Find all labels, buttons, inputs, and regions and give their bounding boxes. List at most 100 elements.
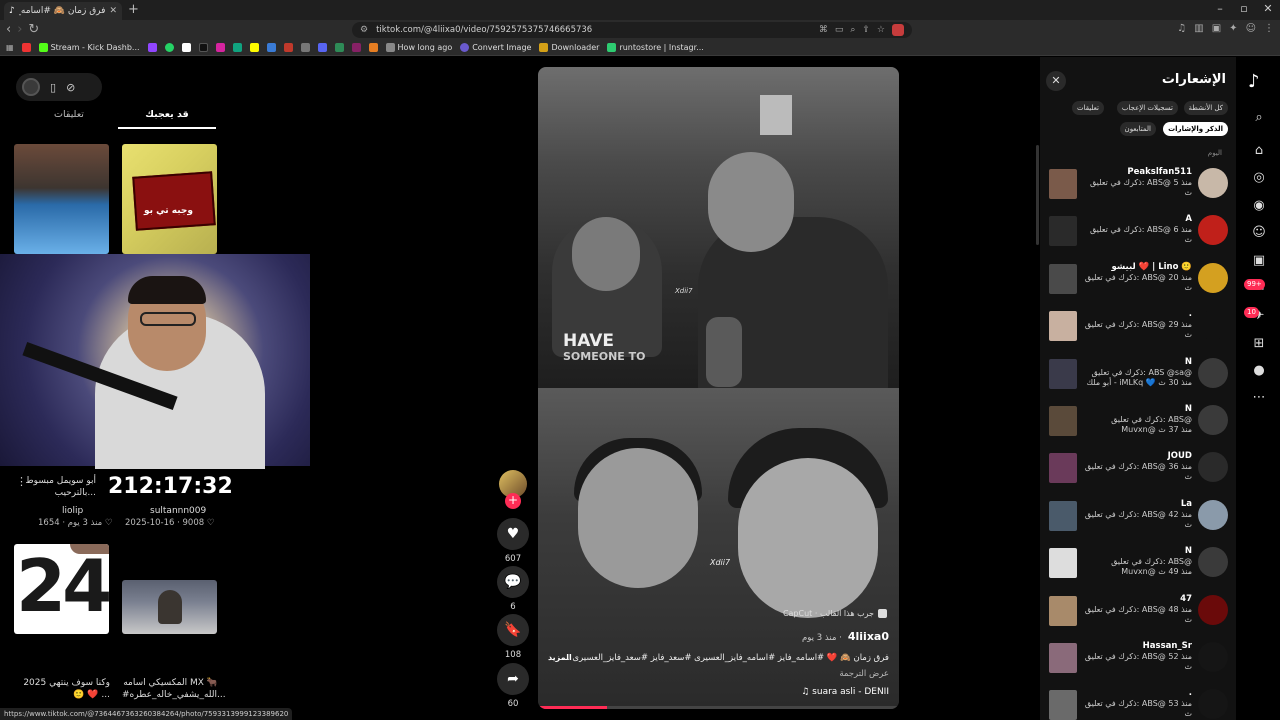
avatar[interactable] <box>1198 405 1228 435</box>
notification-thumbnail[interactable] <box>1049 169 1077 199</box>
notification-user[interactable]: A <box>1185 214 1192 224</box>
apps-icon[interactable]: ▦ <box>6 43 14 52</box>
avatar[interactable] <box>1198 547 1228 578</box>
filter-mentions[interactable]: الذكر والإشارات <box>1163 122 1228 136</box>
bookmark-convert-image[interactable]: Convert Image <box>460 43 531 52</box>
avatar[interactable] <box>1198 357 1228 388</box>
notification-item[interactable]: La ذكرك في تعليق: ABS@ منذ 42 ث <box>1048 498 1228 532</box>
filter-followers[interactable]: المتابعون <box>1119 122 1156 136</box>
more-icon[interactable]: ⋯ <box>1250 389 1268 407</box>
notification-item[interactable]: 47 ذكرك في تعليق: ABS@ منذ 48 ث <box>1048 593 1228 627</box>
tiktok-icon[interactable] <box>198 43 208 52</box>
notification-user[interactable]: N <box>1185 546 1192 556</box>
notification-thumbnail[interactable] <box>1049 690 1077 720</box>
comment-button[interactable]: 💬 6 <box>497 566 529 612</box>
close-icon[interactable]: ✕ <box>1046 71 1066 91</box>
avatar[interactable] <box>1198 262 1228 293</box>
following-icon[interactable]: ◉ <box>1250 197 1268 215</box>
notification-user[interactable]: Hassan_Sr <box>1143 641 1192 651</box>
avatar[interactable] <box>1198 215 1228 246</box>
bookmark-runtostore[interactable]: runtostore | Instagr... <box>607 43 704 52</box>
notification-user[interactable]: N <box>1185 404 1192 414</box>
close-tab-icon[interactable]: ✕ <box>109 6 117 16</box>
notification-user[interactable]: لبيشو ❤️ | Lino 🙂 <box>1112 262 1192 272</box>
browser-tab[interactable]: ♪ فرق زمان 🙈 #اسامه_فايز # ✕ <box>4 2 122 20</box>
media-icon[interactable]: ♫ <box>1177 23 1186 34</box>
video-user[interactable]: sultannn009 <box>150 506 206 516</box>
avatar[interactable] <box>1198 499 1228 530</box>
extensions-icon[interactable]: ✦ <box>1229 23 1237 34</box>
chatgpt-icon[interactable] <box>232 43 242 52</box>
new-tab-icon[interactable]: + <box>128 2 139 17</box>
youtube-icon[interactable] <box>21 43 31 52</box>
author-name[interactable]: 4liixa0 <box>848 630 889 643</box>
compass-icon[interactable]: ⊘ <box>66 81 75 94</box>
bookmark-how-long-ago[interactable]: How long ago <box>385 43 452 52</box>
notification-item[interactable]: N ذكرك في تعليق: ABS @sa@ أبو ملك - iMLKq… <box>1048 356 1228 390</box>
video-thumbnail[interactable]: وجبه تي بو <box>122 144 217 254</box>
whatsapp-icon[interactable] <box>164 43 174 52</box>
video-thumbnail[interactable] <box>14 144 109 254</box>
forward-icon[interactable]: › <box>17 22 22 37</box>
notification-item[interactable]: Peakslfan511 ذكرك في تعليق: ABS@ منذ 5 ث <box>1048 166 1228 200</box>
notification-user[interactable]: JOUD <box>1168 451 1192 461</box>
wallet-icon[interactable]: ▣ <box>1212 23 1221 34</box>
video-thumbnail[interactable]: 24 <box>14 544 109 634</box>
notification-item[interactable]: A ذكرك في تعليق: ABS@ منذ 6 ث <box>1048 213 1228 247</box>
translate-icon[interactable]: ⌘ <box>819 25 828 35</box>
video-progress-bar[interactable] <box>538 706 899 709</box>
notification-thumbnail[interactable] <box>1049 500 1077 531</box>
share-icon[interactable]: ⇪ <box>862 25 870 35</box>
scrollbar[interactable] <box>1036 145 1039 245</box>
bookmark-star-icon[interactable]: ☆ <box>877 25 885 35</box>
site-info-icon[interactable]: ⚙ <box>360 25 368 35</box>
mini-player-toggle[interactable]: ▯ ⊘ <box>16 73 102 101</box>
tab-comments[interactable]: تعليقات <box>20 109 118 129</box>
avatar[interactable] <box>1198 642 1228 672</box>
notification-user[interactable]: Peakslfan511 <box>1127 167 1192 177</box>
bookmark-icon-green[interactable] <box>334 43 344 52</box>
notification-item[interactable]: N ذكرك في تعليق: ABS@ Muvxn@ منذ 49 ث <box>1048 545 1228 579</box>
maximize-icon[interactable]: ▫ <box>1232 0 1256 20</box>
avatar[interactable] <box>1198 452 1228 483</box>
more-link[interactable]: المزيد <box>548 653 572 662</box>
video-player[interactable]: Xdii7 HAVE SOMEONE TO Xdii7 CapCut · جرب… <box>538 67 899 709</box>
avatar[interactable] <box>1198 689 1228 720</box>
reload-icon[interactable]: ↻ <box>28 22 39 37</box>
notification-thumbnail[interactable] <box>1049 548 1077 579</box>
explore-icon[interactable]: ◎ <box>1250 169 1268 187</box>
translate-link[interactable]: عرض الترجمة <box>839 669 889 679</box>
upload-icon[interactable]: ⊞ <box>1250 335 1268 353</box>
bookmark-downloader[interactable]: Downloader <box>539 43 599 52</box>
skrill-icon[interactable] <box>351 43 361 52</box>
sidebar-icon[interactable]: ▥ <box>1194 23 1203 34</box>
notification-item[interactable]: Hassan_Sr ذكرك في تعليق: ABS@ منذ 52 ث <box>1048 640 1228 674</box>
filter-likes[interactable]: تسجيلات الإعجاب <box>1116 101 1178 115</box>
zoom-icon[interactable]: ⌕ <box>850 25 855 35</box>
x-icon[interactable] <box>181 43 191 52</box>
cast-icon[interactable]: ▭ <box>835 25 844 35</box>
follow-plus-icon[interactable]: + <box>505 493 521 509</box>
notification-thumbnail[interactable] <box>1049 406 1077 436</box>
notification-user[interactable]: La <box>1181 499 1192 509</box>
instagram-icon[interactable] <box>215 43 225 52</box>
notification-user[interactable]: N <box>1185 357 1192 367</box>
address-bar[interactable]: ⚙ tiktok.com/@4liixa0/video/759257537574… <box>352 22 912 38</box>
friends-icon[interactable]: ☺ <box>1250 224 1268 242</box>
profile-icon[interactable]: ☺ <box>1246 23 1256 34</box>
bookmark-icon-red[interactable] <box>283 43 293 52</box>
home-icon[interactable]: ⌂ <box>1250 142 1268 160</box>
notification-thumbnail[interactable] <box>1049 358 1077 389</box>
url-text[interactable]: tiktok.com/@4liixa0/video/75925753757466… <box>376 25 592 35</box>
filter-all[interactable]: كل الأنشطة <box>1183 101 1228 115</box>
notification-thumbnail[interactable] <box>1049 595 1077 626</box>
phone-icon[interactable]: ▯ <box>50 81 56 94</box>
notification-thumbnail[interactable] <box>1049 311 1077 342</box>
avatar[interactable] <box>1198 310 1228 341</box>
tiktok-logo-icon[interactable]: ♪ <box>1248 71 1260 92</box>
avatar[interactable] <box>1198 168 1228 198</box>
live-icon[interactable]: ▣ <box>1250 252 1268 270</box>
twitch-icon[interactable] <box>147 43 157 52</box>
profile-avatar-icon[interactable]: ● <box>1250 362 1268 380</box>
notification-item[interactable]: . ذكرك في تعليق: ABS@ منذ 29 ث <box>1048 308 1228 342</box>
